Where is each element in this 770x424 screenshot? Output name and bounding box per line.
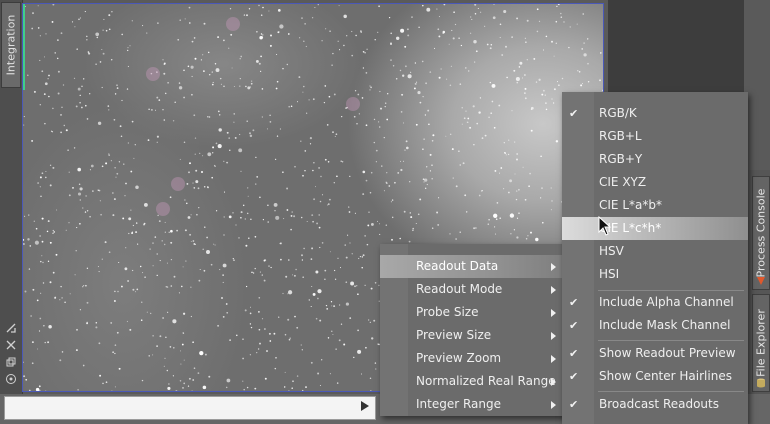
submenu-arrow-icon xyxy=(551,309,556,317)
submenu-item-include-mask[interactable]: ✔ Include Mask Channel xyxy=(562,314,748,337)
tab-integration[interactable]: Integration xyxy=(1,2,21,88)
submenu-item-rgb-y[interactable]: RGB+Y xyxy=(562,148,748,171)
menu-item-readout-mode[interactable]: Readout Mode xyxy=(380,278,566,301)
menu-item-integer-range[interactable]: Integer Range xyxy=(380,393,566,416)
menu-item-readout-data[interactable]: Readout Data xyxy=(380,255,566,278)
command-input[interactable] xyxy=(4,396,376,420)
tab-file-explorer[interactable]: File Explorer xyxy=(752,294,770,392)
context-menu: Readout Data Readout Mode Probe Size Pre… xyxy=(380,244,566,416)
play-icon[interactable] xyxy=(360,400,372,414)
process-icon xyxy=(757,277,765,285)
checkmark-icon: ✔ xyxy=(569,296,579,309)
checkmark-icon: ✔ xyxy=(569,107,579,120)
submenu-item-include-alpha[interactable]: ✔ Include Alpha Channel xyxy=(562,291,748,314)
submenu-item-hsv[interactable]: HSV xyxy=(562,240,748,263)
checkmark-icon: ✔ xyxy=(569,319,579,332)
submenu-item-hsi[interactable]: HSI xyxy=(562,263,748,286)
fit-icon[interactable] xyxy=(5,339,17,351)
submenu-arrow-icon xyxy=(551,355,556,363)
resize-icon[interactable] xyxy=(5,322,17,334)
menu-item-preview-size[interactable]: Preview Size xyxy=(380,324,566,347)
cylinder-icon xyxy=(757,378,765,388)
menu-separator xyxy=(598,391,744,392)
menu-item-preview-zoom[interactable]: Preview Zoom xyxy=(380,347,566,370)
tab-integration-label: Integration xyxy=(4,14,18,76)
tab-file-explorer-label: File Explorer xyxy=(754,309,768,377)
left-tab-strip: Integration xyxy=(0,0,23,394)
submenu-item-rgb-k[interactable]: ✔ RGB/K xyxy=(562,102,748,125)
mouse-cursor-icon xyxy=(598,216,612,236)
menu-separator xyxy=(598,340,744,341)
checkmark-icon: ✔ xyxy=(569,398,579,411)
submenu-item-cie-lab[interactable]: CIE L*a*b* xyxy=(562,194,748,217)
tab-process-console[interactable]: Process Console xyxy=(752,176,770,290)
submenu-arrow-icon xyxy=(551,378,556,386)
submenu-item-show-center-hairlines[interactable]: ✔ Show Center Hairlines xyxy=(562,365,748,388)
submenu-arrow-icon xyxy=(551,401,556,409)
submenu-item-rgb-l[interactable]: RGB+L xyxy=(562,125,748,148)
submenu-arrow-icon xyxy=(551,286,556,294)
menu-item-probe-size[interactable]: Probe Size xyxy=(380,301,566,324)
menu-item-normalized-real-range[interactable]: Normalized Real Range xyxy=(380,370,566,393)
checkmark-icon: ✔ xyxy=(569,347,579,360)
submenu-item-broadcast-readouts[interactable]: ✔ Broadcast Readouts xyxy=(562,393,748,416)
right-top-pane xyxy=(608,0,744,92)
submenu-arrow-icon xyxy=(551,263,556,271)
submenu-arrow-icon xyxy=(551,332,556,340)
submenu-item-show-readout-preview[interactable]: ✔ Show Readout Preview xyxy=(562,342,748,365)
target-icon[interactable] xyxy=(5,373,17,385)
submenu-item-cie-lch[interactable]: CIE L*c*h* xyxy=(562,217,748,240)
window-icon[interactable] xyxy=(5,356,17,368)
tab-process-console-label: Process Console xyxy=(754,188,768,278)
checkmark-icon: ✔ xyxy=(569,370,579,383)
readout-data-submenu: ✔ RGB/K RGB+L RGB+Y CIE XYZ CIE L*a*b* C… xyxy=(562,92,748,424)
submenu-item-cie-xyz[interactable]: CIE XYZ xyxy=(562,171,748,194)
